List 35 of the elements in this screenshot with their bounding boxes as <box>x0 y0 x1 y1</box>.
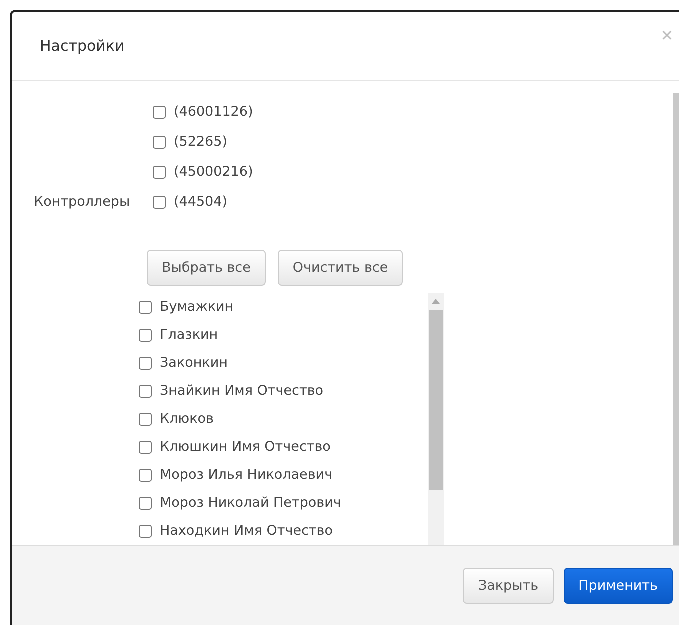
person-label: Находкин Имя Отчество <box>160 523 334 539</box>
person-label: Мороз Илья Николаевич <box>160 467 333 483</box>
person-label: Клюков <box>160 411 214 427</box>
apply-button[interactable]: Применить <box>564 568 673 604</box>
checkbox[interactable] <box>139 440 152 454</box>
checkbox[interactable] <box>139 384 152 398</box>
person-label: Законкин <box>160 355 228 371</box>
checkbox[interactable] <box>139 328 152 342</box>
person-label: Глазкин <box>160 327 218 343</box>
dialog-title: Настройки <box>40 37 125 55</box>
checkbox[interactable] <box>139 496 152 510</box>
checkbox[interactable] <box>153 196 166 208</box>
checkbox[interactable] <box>139 356 152 370</box>
checkbox[interactable] <box>139 468 152 482</box>
checkbox[interactable] <box>139 300 152 314</box>
checkbox[interactable] <box>153 136 166 148</box>
scrollbar[interactable] <box>428 293 444 545</box>
controller-label: (44504) <box>174 194 228 210</box>
scroll-thumb[interactable] <box>429 310 443 490</box>
person-label: Знайкин Имя Отчество <box>160 383 324 399</box>
list-action-button[interactable]: Выбрать все <box>147 250 266 286</box>
list-action-button[interactable]: Очистить все <box>278 250 404 286</box>
controller-label: (45000216) <box>174 164 254 180</box>
checkbox[interactable] <box>139 524 152 538</box>
controller-label: (52265) <box>174 134 228 150</box>
person-label: Бумажкин <box>160 299 234 315</box>
person-label: Клюшкин Имя Отчество <box>160 439 331 455</box>
close-dialog-button[interactable]: Закрыть <box>463 568 554 604</box>
controllers-label: Контроллеры <box>34 194 130 210</box>
scrollbar[interactable] <box>673 93 679 545</box>
checkbox[interactable] <box>153 106 166 118</box>
controller-label: (46001126) <box>174 104 254 120</box>
checkbox[interactable] <box>139 412 152 426</box>
checkbox[interactable] <box>153 166 166 178</box>
person-label: Мороз Николай Петрович <box>160 495 342 511</box>
